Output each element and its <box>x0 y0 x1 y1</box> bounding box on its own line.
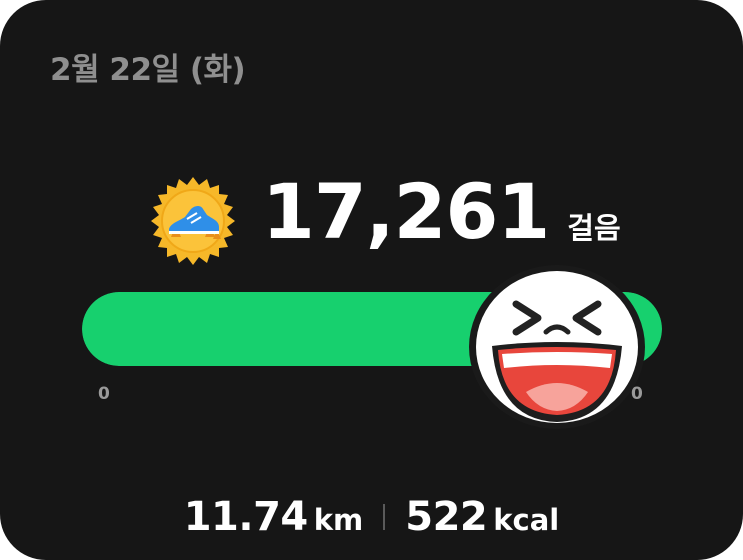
calories-value: 522 <box>405 494 488 540</box>
step-count: 17,261 <box>262 167 550 256</box>
step-count-row: 17,261 걸음 <box>262 174 621 250</box>
calories-unit: kcal <box>493 503 560 537</box>
date-label: 2월 22일 (화) <box>50 52 246 88</box>
stats-divider <box>383 504 386 530</box>
running-shoe-badge-icon <box>151 177 235 265</box>
distance-value: 11.74 <box>183 494 309 540</box>
laughing-face-sticker-icon <box>469 265 645 429</box>
step-unit-label: 걸음 <box>567 211 621 245</box>
steps-card[interactable]: 2월 22일 (화) 17,261 걸음 0 0 11.74 km 522 kc… <box>0 0 743 560</box>
distance-unit: km <box>313 503 364 537</box>
activity-stats: 11.74 km 522 kcal <box>0 494 743 540</box>
progress-min-label: 0 <box>98 384 110 404</box>
